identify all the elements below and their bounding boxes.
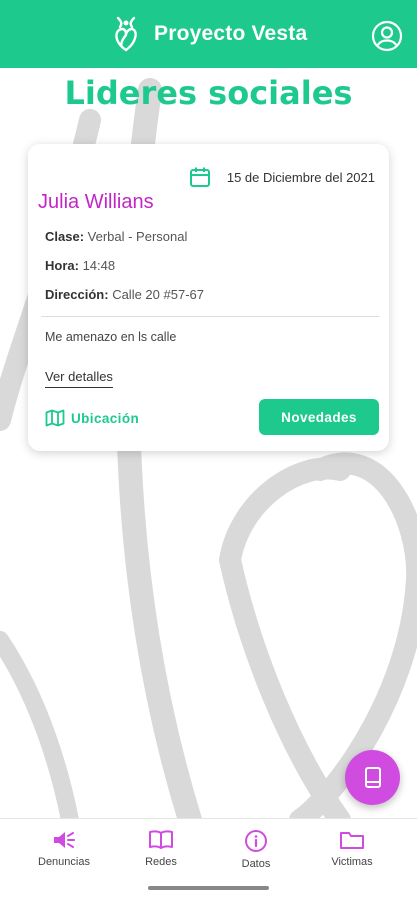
book-open-icon xyxy=(149,830,173,849)
vesta-logo-icon xyxy=(115,16,137,52)
megaphone-icon xyxy=(54,832,75,848)
app-header: Proyecto Vesta xyxy=(0,0,417,68)
floating-action-button[interactable] xyxy=(345,750,400,805)
nav-label: Redes xyxy=(145,856,177,868)
field-label: Clase: xyxy=(45,229,85,244)
book-icon xyxy=(364,766,381,788)
folder-icon xyxy=(340,832,364,849)
profile-button[interactable] xyxy=(371,20,403,52)
brand-title: Proyecto Vesta xyxy=(154,22,308,45)
report-card: 15 de Diciembre del 2021 Julia Willians … xyxy=(28,144,389,451)
field-label: Dirección: xyxy=(45,287,109,302)
page-title: Lideres sociales xyxy=(64,74,353,112)
nav-label: Datos xyxy=(241,858,271,870)
field-label: Hora: xyxy=(45,258,79,273)
brand: Proyecto Vesta xyxy=(106,14,307,54)
field-hora: Hora: 14:48 xyxy=(45,258,115,273)
report-note: Me amenazo en ls calle xyxy=(45,330,177,344)
field-value: 14:48 xyxy=(78,258,116,273)
location-label: Ubicación xyxy=(71,410,140,426)
nav-item-denuncias[interactable]: Denuncias xyxy=(24,829,104,868)
nav-label: Denuncias xyxy=(38,856,90,868)
map-icon xyxy=(45,409,65,427)
divider xyxy=(41,316,379,317)
field-direccion: Dirección: Calle 20 #57-67 xyxy=(45,287,204,302)
user-circle-icon xyxy=(371,20,403,52)
home-indicator xyxy=(148,886,269,890)
news-button[interactable]: Novedades xyxy=(259,399,379,435)
nav-label: Victimas xyxy=(331,856,373,868)
field-value: Calle 20 #57-67 xyxy=(108,287,204,302)
details-link[interactable]: Ver detalles xyxy=(45,369,113,388)
date-row: 15 de Diciembre del 2021 xyxy=(189,166,375,188)
nav-item-victimas[interactable]: Victimas xyxy=(312,829,392,868)
location-button[interactable]: Ubicación xyxy=(45,409,139,427)
nav-item-datos[interactable]: Datos xyxy=(216,829,296,870)
calendar-icon xyxy=(189,167,210,187)
nav-item-redes[interactable]: Redes xyxy=(121,829,201,868)
field-clase: Clase: Verbal - Personal xyxy=(45,229,187,244)
field-value: Verbal - Personal xyxy=(84,229,188,244)
person-name: Julia Willians xyxy=(38,191,154,213)
report-date: 15 de Diciembre del 2021 xyxy=(226,169,375,185)
info-circle-icon xyxy=(245,830,267,852)
